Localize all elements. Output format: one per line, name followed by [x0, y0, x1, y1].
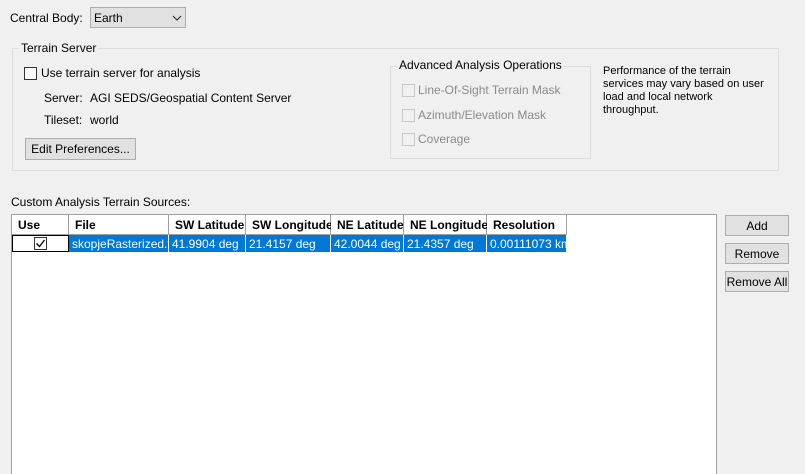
row-ne-longitude[interactable]: 21.4357 deg	[404, 235, 487, 252]
column-header-sw-latitude[interactable]: SW Latitude	[169, 215, 246, 235]
table-header: Use File SW Latitude SW Longitude NE Lat…	[12, 215, 567, 235]
column-header-file[interactable]: File	[69, 215, 169, 235]
row-use-cell[interactable]	[12, 235, 69, 252]
remove-all-button[interactable]: Remove All	[725, 271, 789, 292]
row-sw-latitude[interactable]: 41.9904 deg	[169, 235, 246, 252]
custom-sources-table[interactable]: Use File SW Latitude SW Longitude NE Lat…	[11, 214, 717, 474]
use-terrain-server-option[interactable]: Use terrain server for analysis	[24, 66, 200, 80]
coverage-checkbox[interactable]	[402, 132, 415, 146]
tileset-value: world	[90, 113, 119, 127]
column-header-resolution[interactable]: Resolution	[487, 215, 567, 235]
az-el-mask-option[interactable]: Azimuth/Elevation Mask	[402, 108, 546, 122]
use-terrain-server-checkbox[interactable]	[24, 66, 37, 80]
coverage-option[interactable]: Coverage	[402, 132, 470, 146]
column-header-sw-longitude[interactable]: SW Longitude	[246, 215, 333, 235]
central-body-value: Earth	[94, 10, 123, 25]
row-use-checkbox[interactable]	[34, 237, 47, 250]
central-body-select[interactable]: Earth	[90, 7, 186, 28]
column-header-ne-longitude[interactable]: NE Longitude	[404, 215, 488, 235]
table-row[interactable]: skopjeRasterized.tif 41.9904 deg 21.4157…	[12, 235, 567, 252]
column-header-ne-latitude[interactable]: NE Latitude	[331, 215, 404, 235]
az-el-mask-label: Azimuth/Elevation Mask	[418, 108, 547, 122]
checkmark-icon	[36, 239, 46, 248]
remove-button[interactable]: Remove	[725, 243, 789, 264]
edit-preferences-button[interactable]: Edit Preferences...	[25, 138, 136, 160]
los-terrain-mask-label: Line-Of-Sight Terrain Mask	[418, 83, 561, 97]
column-header-use[interactable]: Use	[12, 215, 69, 235]
tileset-label: Tileset:	[44, 113, 83, 127]
performance-note: Performance of the terrain services may …	[603, 65, 764, 116]
row-ne-latitude[interactable]: 42.0044 deg	[331, 235, 404, 252]
add-button[interactable]: Add	[725, 215, 789, 236]
central-body-label: Central Body:	[10, 11, 83, 25]
row-file[interactable]: skopjeRasterized.tif	[69, 235, 169, 252]
los-terrain-mask-option[interactable]: Line-Of-Sight Terrain Mask	[402, 83, 561, 97]
advanced-analysis-title: Advanced Analysis Operations	[397, 58, 564, 72]
row-sw-longitude[interactable]: 21.4157 deg	[246, 235, 331, 252]
los-terrain-mask-checkbox[interactable]	[402, 83, 415, 97]
terrain-server-title: Terrain Server	[19, 41, 99, 55]
server-value: AGI SEDS/Geospatial Content Server	[90, 91, 292, 105]
chevron-down-icon	[169, 8, 185, 27]
server-label: Server:	[44, 91, 83, 105]
coverage-label: Coverage	[418, 132, 471, 146]
custom-sources-label: Custom Analysis Terrain Sources:	[11, 195, 191, 209]
use-terrain-server-label: Use terrain server for analysis	[41, 66, 201, 80]
row-resolution[interactable]: 0.00111073 km	[487, 235, 567, 252]
az-el-mask-checkbox[interactable]	[402, 108, 415, 122]
